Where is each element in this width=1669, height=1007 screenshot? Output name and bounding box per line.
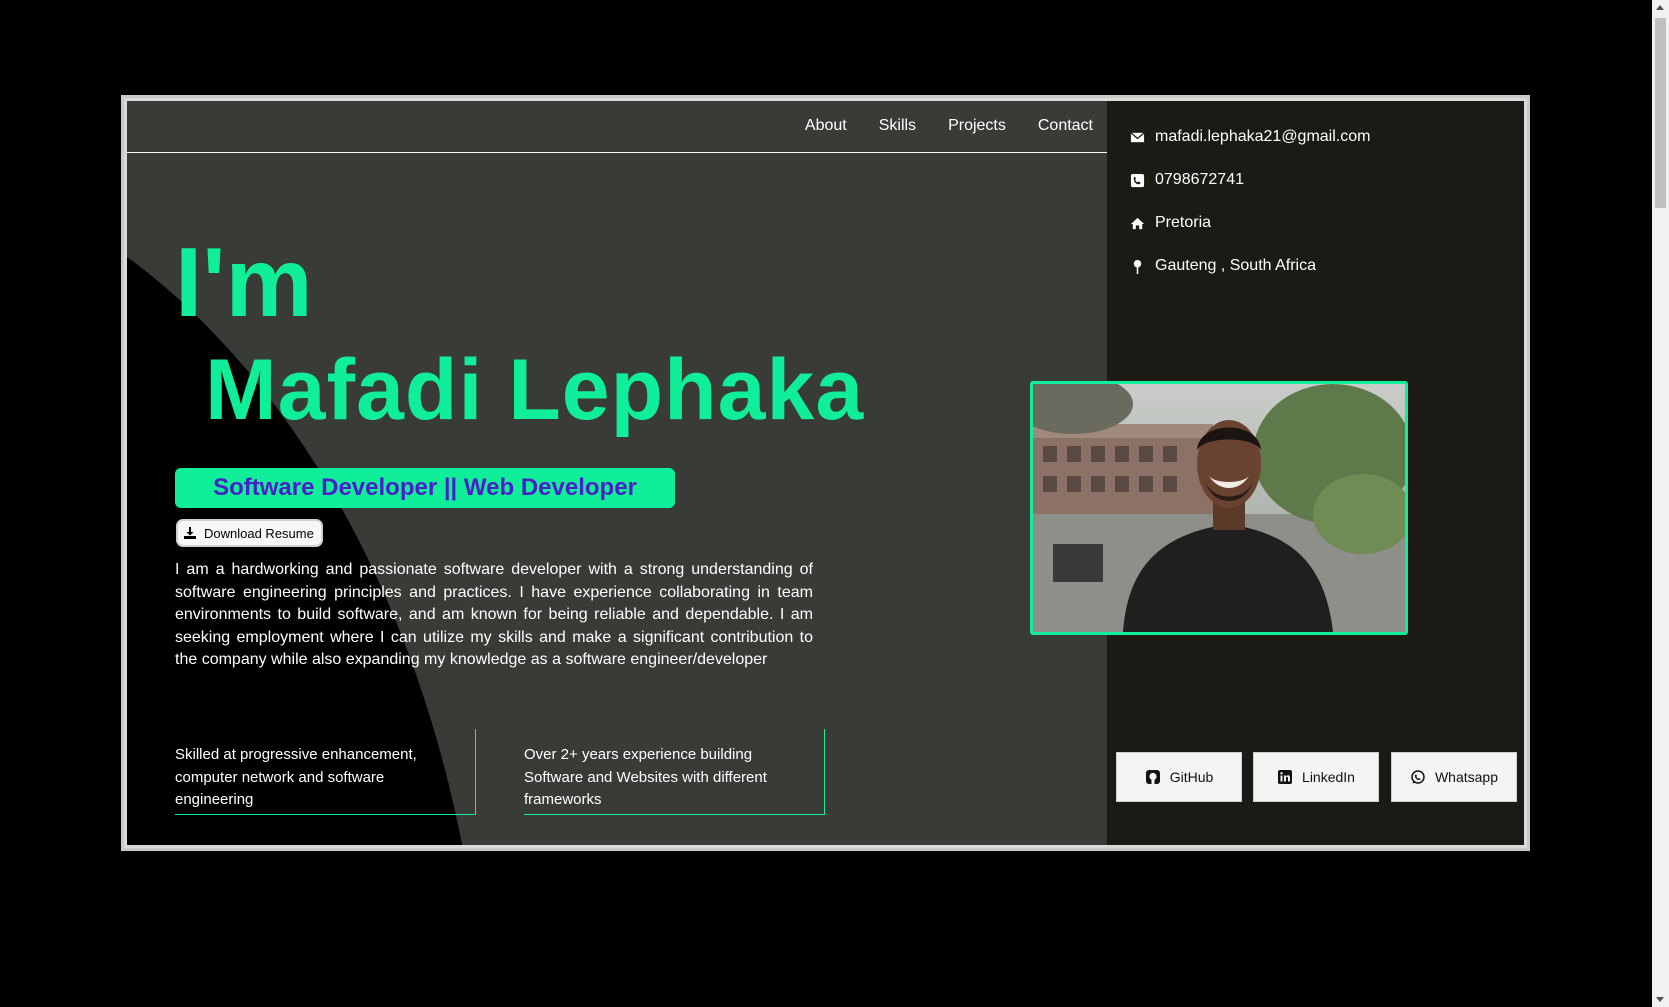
linkedin-label: LinkedIn (1302, 769, 1355, 785)
download-resume-button[interactable]: Download Resume (176, 519, 323, 547)
role-badge: Software Developer || Web Developer (175, 468, 675, 508)
page: About Skills Projects Contact I'm Mafadi… (0, 0, 1669, 1007)
scroll-down-arrow-icon[interactable] (1656, 997, 1664, 1002)
nav-link-skills[interactable]: Skills (879, 117, 916, 135)
hero-section: About Skills Projects Contact I'm Mafadi… (127, 101, 1107, 845)
whatsapp-label: Whatsapp (1434, 769, 1499, 785)
experience-card-text: Over 2+ years experience building Softwa… (524, 746, 767, 808)
github-icon (1145, 770, 1160, 784)
nav-link-contact[interactable]: Contact (1038, 117, 1093, 135)
experience-card: Over 2+ years experience building Softwa… (524, 729, 825, 815)
portfolio-frame: About Skills Projects Contact I'm Mafadi… (121, 95, 1530, 851)
hero-greeting: I'm (175, 227, 313, 337)
github-label: GitHub (1169, 769, 1214, 785)
home-icon (1130, 217, 1145, 229)
contact-region-text: Gauteng , South Africa (1155, 257, 1316, 274)
portfolio-content: About Skills Projects Contact I'm Mafadi… (127, 101, 1524, 845)
whatsapp-button[interactable]: Whatsapp (1391, 752, 1517, 802)
skill-card: Skilled at progressive enhancement, comp… (175, 729, 476, 815)
contact-city: Pretoria (1130, 214, 1211, 232)
scrollbar-thumb[interactable] (1655, 18, 1666, 208)
scroll-up-arrow-icon[interactable] (1656, 5, 1664, 10)
contact-region: Gauteng , South Africa (1130, 257, 1316, 275)
contact-email-text[interactable]: mafadi.lephaka21@gmail.com (1155, 128, 1370, 146)
envelope-icon (1130, 131, 1145, 142)
contact-email: mafadi.lephaka21@gmail.com (1130, 128, 1370, 146)
navigation-bar: About Skills Projects Contact (127, 101, 1107, 153)
nav-link-projects[interactable]: Projects (948, 117, 1006, 135)
profile-photo-image (1033, 384, 1405, 632)
map-pin-icon (1133, 259, 1142, 274)
download-icon (184, 527, 196, 539)
download-resume-label: Download Resume (204, 525, 314, 541)
linkedin-button[interactable]: LinkedIn (1253, 752, 1379, 802)
hero-name: Mafadi Lephaka (205, 342, 865, 438)
contact-city-text: Pretoria (1155, 214, 1212, 231)
phone-square-icon (1130, 173, 1145, 187)
contact-phone: 0798672741 (1130, 171, 1244, 189)
github-button[interactable]: GitHub (1116, 752, 1242, 802)
main-nav: About Skills Projects Contact (805, 117, 1093, 135)
contact-phone-text[interactable]: 0798672741 (1155, 171, 1244, 189)
bio-text: I am a hardworking and passionate softwa… (175, 561, 813, 669)
linkedin-icon (1278, 770, 1293, 784)
skill-card-text: Skilled at progressive enhancement, comp… (175, 746, 417, 808)
whatsapp-icon (1411, 770, 1425, 784)
page-scrollbar[interactable] (1652, 0, 1669, 1007)
profile-photo (1030, 381, 1408, 635)
nav-link-about[interactable]: About (805, 117, 847, 135)
